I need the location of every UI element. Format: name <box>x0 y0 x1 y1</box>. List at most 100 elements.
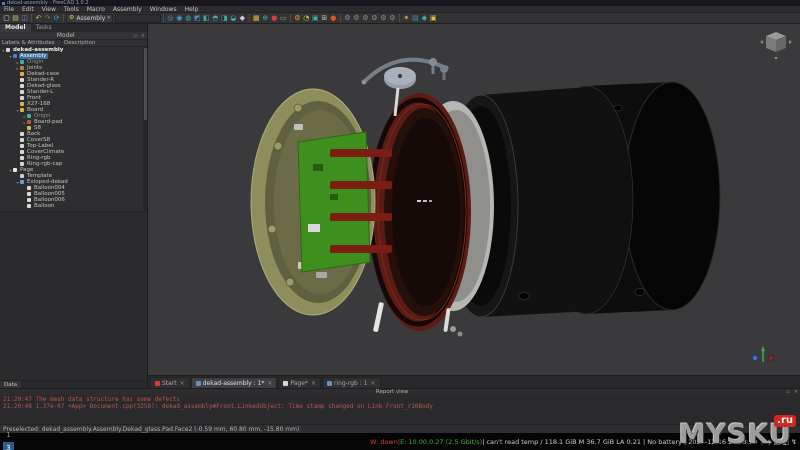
workbench-selector[interactable]: ⚙Assembly▾ <box>66 14 113 23</box>
tab-tasks[interactable]: Tasks <box>31 24 57 32</box>
part-box-icon[interactable]: ▦ <box>252 13 261 23</box>
model-tree: ▾dekad-assembly▾Assembly▸Origin▸JointsDe… <box>0 47 147 211</box>
close-icon[interactable]: × <box>311 380 316 387</box>
close-icon[interactable]: × <box>371 380 376 387</box>
menu-view[interactable]: View <box>38 6 60 13</box>
tree-item-icon <box>20 66 24 70</box>
document-tab-bar: Start×dekad-assembly : 1*×Page*×ring-rgb… <box>148 375 800 388</box>
screws-3d[interactable] <box>429 58 448 80</box>
menu-assembly[interactable]: Assembly <box>109 6 146 13</box>
right-view-icon[interactable]: ◨ <box>220 13 229 23</box>
menu-tools[interactable]: Tools <box>60 6 83 13</box>
workspace-1[interactable]: 1 <box>3 429 14 442</box>
tab-model[interactable]: Model <box>0 24 31 32</box>
hot-constraint-icon[interactable]: ● <box>329 13 338 23</box>
draw-style-icon[interactable]: ◍ <box>184 13 193 23</box>
tree-scrollbar-thumb[interactable] <box>144 48 147 120</box>
doc-tab-label: dekad-assembly : 1* <box>203 380 265 387</box>
menu-windows[interactable]: Windows <box>146 6 181 13</box>
doc-tab-start[interactable]: Start× <box>150 377 190 388</box>
dock-float-icon[interactable]: ▫ <box>131 33 138 39</box>
workspace-3[interactable]: 3 <box>3 442 14 450</box>
toolbar-combo-empty[interactable] <box>115 14 161 23</box>
open-document-icon[interactable]: ▤ <box>11 13 20 23</box>
solve-assembly-icon[interactable]: ⚙ <box>293 13 302 23</box>
menu-edit[interactable]: Edit <box>18 6 38 13</box>
doc-tab-dekad-assembly[interactable]: dekad-assembly : 1*× <box>191 377 278 388</box>
fixed-joint-icon[interactable]: ⚙ <box>343 13 352 23</box>
tree-item-icon <box>20 174 24 178</box>
ball-joint-icon[interactable]: ⚙ <box>379 13 388 23</box>
menu-file[interactable]: File <box>0 6 18 13</box>
save-document-icon[interactable]: ◫ <box>20 13 29 23</box>
menu-macro[interactable]: Macro <box>83 6 109 13</box>
doc-tab-label: Start <box>162 380 177 387</box>
bill-of-materials-icon[interactable]: ▤ <box>411 13 420 23</box>
model-panel-title: Model <box>0 32 131 39</box>
freecad-window: dekad-assembly - FreeCAD 1.0.2 FileEditV… <box>0 0 800 450</box>
navigation-cube[interactable] <box>760 32 792 60</box>
doc-tab-page[interactable]: Page*× <box>278 377 321 388</box>
top-view-icon[interactable]: ◓ <box>211 13 220 23</box>
chevron-down-icon: ▾ <box>107 15 110 21</box>
tree-item-label: Balloon <box>33 203 55 209</box>
misc-tool-icon[interactable]: ▣ <box>429 13 438 23</box>
revolute-joint-icon[interactable]: ⚙ <box>352 13 361 23</box>
cylindrical-joint-icon[interactable]: ⚙ <box>361 13 370 23</box>
tree-item-icon <box>20 150 24 154</box>
redo-icon[interactable]: ↷ <box>43 13 52 23</box>
distance-joint-icon[interactable]: ⚙ <box>388 13 397 23</box>
status-segment: W: down <box>370 438 398 446</box>
measure-icon[interactable]: ◆ <box>238 13 247 23</box>
front-ring-3d[interactable] <box>369 93 471 331</box>
viewport-column: Start×dekad-assembly : 1*×Page*×ring-rgb… <box>148 24 800 388</box>
assembly-3d-view <box>148 24 800 375</box>
create-joint-icon[interactable]: ⊞ <box>320 13 329 23</box>
dock-close-icon[interactable]: × <box>139 33 147 39</box>
workbench-icon: ⚙ <box>69 14 74 22</box>
column-labels-attributes[interactable]: Labels & Attributes <box>0 40 62 46</box>
tree-item-icon <box>13 168 17 172</box>
create-assembly-icon[interactable]: ◔ <box>302 13 311 23</box>
document-icon <box>196 381 201 386</box>
doc-tab-label: ring-rgb : 1 <box>334 380 368 387</box>
fit-all-icon[interactable]: ◎ <box>166 13 175 23</box>
tree-item-icon <box>20 180 24 184</box>
menu-help[interactable]: Help <box>181 6 203 13</box>
property-editor <box>0 211 147 380</box>
tree-scrollbar[interactable] <box>143 47 147 211</box>
window-icon <box>2 2 5 5</box>
close-icon[interactable]: × <box>180 380 185 387</box>
watermark-suffix: .ru <box>774 415 796 427</box>
slider-joint-icon[interactable]: ⚙ <box>370 13 379 23</box>
toolbar-separator <box>399 14 400 22</box>
toggle-visibility-icon[interactable]: ● <box>270 13 279 23</box>
zoom-selection-icon[interactable]: ◉ <box>175 13 184 23</box>
undo-icon[interactable]: ↶ <box>34 13 43 23</box>
new-document-icon[interactable]: ▢ <box>2 13 11 23</box>
refresh-icon[interactable]: ⟳ <box>52 13 61 23</box>
tree-item-icon <box>27 186 31 190</box>
power-icon[interactable]: ↯ <box>791 438 797 446</box>
property-tabs: Data <box>0 380 147 388</box>
doc-tab-ring-rgb[interactable]: ring-rgb : 1× <box>322 377 381 388</box>
3d-viewport[interactable] <box>148 24 800 375</box>
status-segment: E: 10.00.0.27 (2.5 Gbit/s) <box>400 438 482 446</box>
close-icon[interactable]: × <box>267 380 272 387</box>
make-link-icon[interactable]: ⊕ <box>261 13 270 23</box>
axis-indicator-icon <box>753 346 774 362</box>
isometric-view-icon[interactable]: ◩ <box>193 13 202 23</box>
tree-item-icon <box>20 162 24 166</box>
tree-item-balloon[interactable]: Balloon <box>0 203 147 209</box>
report-view-titlebar: Report view ▫ × <box>0 388 800 395</box>
tree-item-icon <box>20 132 24 136</box>
edit-placement-icon[interactable]: ▭ <box>279 13 288 23</box>
column-description[interactable]: Description <box>62 40 147 46</box>
tree-item-icon <box>20 144 24 148</box>
rear-view-icon[interactable]: ◒ <box>229 13 238 23</box>
tree-item-icon <box>20 84 24 88</box>
simulation-icon[interactable]: ◆ <box>420 13 429 23</box>
front-view-icon[interactable]: ◧ <box>202 13 211 23</box>
insert-component-icon[interactable]: ▣ <box>311 13 320 23</box>
exploded-view-icon[interactable]: ✶ <box>402 13 411 23</box>
